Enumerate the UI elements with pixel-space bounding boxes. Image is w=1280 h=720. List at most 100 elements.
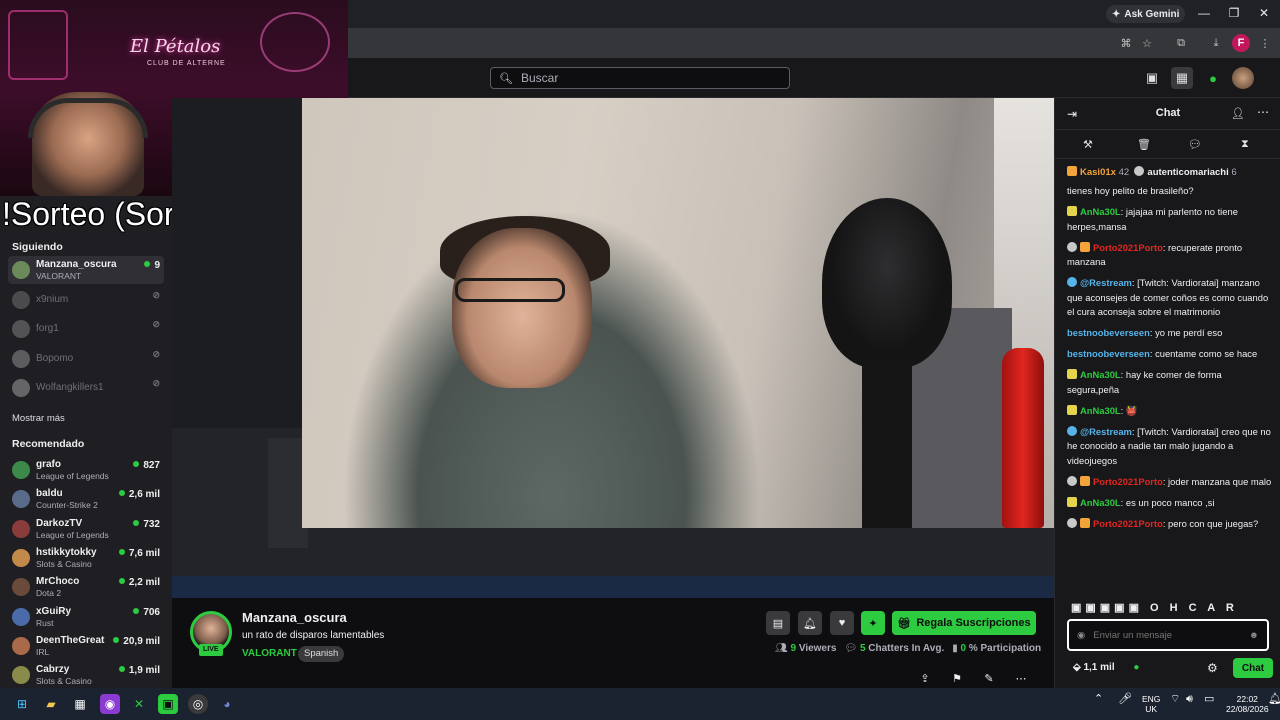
sidebar-channel-recommended[interactable]: xGuiRy Rust 706 <box>8 603 164 631</box>
chat-username[interactable]: bestnoobeverseen <box>1067 327 1150 338</box>
share-icon[interactable]: ⇪ <box>915 670 935 686</box>
notification-bell-icon[interactable]: 🔔︎ <box>1268 694 1280 705</box>
volume-icon[interactable]: 🔊︎ <box>1186 694 1193 705</box>
sidebar-channel-following[interactable]: x9nium ⊘ <box>8 286 164 314</box>
prime-icon[interactable]: ▣ <box>1141 67 1163 89</box>
club-logo: El Pétalos <box>130 36 221 57</box>
channel-name[interactable]: Manzana_oscura <box>242 610 347 625</box>
gemini-icon: ✦ <box>1112 8 1121 20</box>
minimize-button[interactable]: — <box>1194 4 1214 22</box>
battery-icon[interactable]: ▭ <box>1204 694 1214 705</box>
channel-points[interactable]: ⬙ 1,1 mil ● <box>1073 662 1139 673</box>
chat-text: yo me perdí eso <box>1155 327 1223 338</box>
layout-icon[interactable]: ▦ <box>1171 67 1193 89</box>
edit-icon[interactable]: ✎ <box>979 670 999 686</box>
stream-tag[interactable]: Spanish <box>298 646 345 662</box>
more-options-icon[interactable]: ⋯ <box>1011 670 1031 686</box>
xbox-icon[interactable]: ✕ <box>129 694 149 714</box>
sidebar-channel-recommended[interactable]: DeenTheGreat IRL 20,9 mil <box>8 632 164 660</box>
chat-username[interactable]: @Restream <box>1080 426 1132 437</box>
boost-icon[interactable]: ✦ <box>861 611 885 635</box>
clock[interactable]: 22:02 22/08/2026 <box>1226 694 1269 714</box>
file-explorer-icon[interactable]: ▰ <box>41 694 61 714</box>
report-icon[interactable]: ⚑ <box>947 670 967 686</box>
sidebar-channel-recommended[interactable]: grafo League of Legends 827 <box>8 456 164 484</box>
bookmark-star-icon[interactable]: ☆ <box>1138 34 1156 52</box>
calendar-icon[interactable]: ▦ <box>70 694 90 714</box>
chat-username[interactable]: @Restream <box>1080 277 1132 288</box>
neon-decoration <box>260 12 330 72</box>
chat-username[interactable]: Porto2021Porto <box>1093 518 1163 529</box>
sidebar-channel-following[interactable]: Wolfangkillers1 ⊘ <box>8 374 164 402</box>
app-icon[interactable]: ▣ <box>158 694 178 714</box>
maximize-button[interactable]: ❐ <box>1224 4 1244 22</box>
download-icon[interactable]: ⤓ <box>1207 34 1225 52</box>
sidebar-channel-recommended[interactable]: MrChoco Dota 2 2,2 mil <box>8 573 164 601</box>
offline-icon: ⊘ <box>152 319 160 329</box>
sidebar-channel-following[interactable]: forg1 ⊘ <box>8 315 164 343</box>
chat-title: Chat <box>1155 107 1181 119</box>
search-input[interactable]: 🔍︎ Buscar <box>490 67 790 89</box>
chat-username[interactable]: AnNa30L <box>1080 497 1121 508</box>
hourglass-icon[interactable]: ⧗ <box>1241 138 1249 151</box>
chat-text: es un poco manco ,si <box>1125 496 1215 508</box>
tray-chevron-icon[interactable]: ⌃ <box>1094 694 1103 705</box>
sidebar-channel-following[interactable]: Bopomo ⊘ <box>8 345 164 373</box>
channel-avatar <box>12 379 30 397</box>
sidebar-channel-recommended[interactable]: Cabrzy Slots & Casino 1,9 mil <box>8 661 164 689</box>
close-button[interactable]: ✕ <box>1254 4 1274 22</box>
obs-icon[interactable]: ◉ <box>100 694 120 714</box>
show-more-link[interactable]: Mostrar más <box>12 413 65 424</box>
kick-extension-icon[interactable]: ● <box>1202 67 1224 89</box>
chat-username[interactable]: bestnoobeverseen <box>1067 348 1150 359</box>
sub-badge-icon <box>1067 496 1077 507</box>
ask-gemini-button[interactable]: ✦ Ask Gemini <box>1106 5 1186 23</box>
windows-start-icon[interactable]: ⊞ <box>12 694 32 714</box>
chat-username[interactable]: AnNa30L <box>1080 206 1121 217</box>
emote-bar[interactable]: ▣▣▣▣▣ O H C A R <box>1071 601 1238 614</box>
windows-taskbar: ⊞ ▰ ▦ ◉ ✕ ▣ ◎ ◕ ⌃ 🎤︎ ENG UK ⌔ 🔊︎ ▭ 22:02 2… <box>0 688 1280 720</box>
chat-menu-icon[interactable]: ⋯ <box>1257 105 1269 119</box>
notifications-bell-icon[interactable]: 🔔︎ <box>798 611 822 635</box>
translate-icon[interactable]: ⌘ <box>1117 34 1135 52</box>
sidebar-channel-following[interactable]: Manzana_oscura VALORANT 9 <box>8 256 164 284</box>
user-avatar[interactable] <box>1232 67 1254 89</box>
chat-bubble-icon[interactable]: 💬︎ <box>1188 138 1202 151</box>
language-indicator[interactable]: ENG UK <box>1142 694 1160 714</box>
live-badge: LIVE <box>199 644 223 656</box>
chat-message-field[interactable] <box>1093 629 1249 641</box>
trash-icon[interactable]: 🗑︎ <box>1137 138 1151 151</box>
stream-stats: 👥︎ 9 Viewers 💬︎ 5 Chatters In Avg. ▮ 0 %… <box>775 643 1041 654</box>
chat-settings-icon[interactable]: ⚙ <box>1207 661 1218 675</box>
chat-username[interactable]: Porto2021Porto <box>1093 476 1163 487</box>
network-icon[interactable]: ⌔ <box>1170 694 1180 705</box>
viewer-count: 20,9 mil <box>113 636 160 647</box>
chat-username[interactable]: AnNa30L <box>1080 405 1121 416</box>
viewers-stat: 👥︎ 9 Viewers <box>775 643 837 654</box>
offline-icon: ⊘ <box>152 348 160 359</box>
discord-icon[interactable]: ◕ <box>217 694 237 714</box>
sidebar-channel-recommended[interactable]: DarkozTV League of Legends 732 <box>8 515 164 543</box>
hammer-icon[interactable]: ⚒ <box>1083 138 1093 151</box>
gift-subscriptions-button[interactable]: 🎁︎ Regala Suscripciones <box>892 611 1036 635</box>
clip-icon[interactable]: ▤ <box>766 611 790 635</box>
browser-menu-icon[interactable]: ⋮ <box>1256 34 1274 52</box>
chat-send-button[interactable]: Chat <box>1233 658 1273 678</box>
channel-name: xGuiRy <box>36 605 72 617</box>
stream-category[interactable]: VALORANT <box>242 648 297 659</box>
sidebar-channel-recommended[interactable]: baldu Counter-Strike 2 2,6 mil <box>8 485 164 513</box>
community-icon[interactable]: 👤︎ <box>1231 107 1245 120</box>
chat-username[interactable]: Porto2021Porto <box>1093 242 1163 253</box>
sidebar-channel-recommended[interactable]: hstikkytokky Slots & Casino 7,6 mil <box>8 544 164 572</box>
chat-text: joder manzana que malo <box>1168 475 1272 487</box>
channel-game: Dota 2 <box>36 588 62 599</box>
emoji-icon[interactable]: ☻ <box>1249 630 1259 641</box>
microphone-tray-icon[interactable]: 🎤︎ <box>1118 694 1132 705</box>
chat-username[interactable]: AnNa30L <box>1080 369 1121 380</box>
extensions-icon[interactable]: ⧉ <box>1172 34 1190 52</box>
chrome-icon[interactable]: ◎ <box>188 694 208 714</box>
follow-heart-icon[interactable]: ♥ <box>830 611 854 635</box>
profile-avatar[interactable]: F <box>1232 34 1250 52</box>
video-player[interactable] <box>172 98 1054 598</box>
chat-input[interactable]: ◉ ☻ <box>1067 619 1269 651</box>
